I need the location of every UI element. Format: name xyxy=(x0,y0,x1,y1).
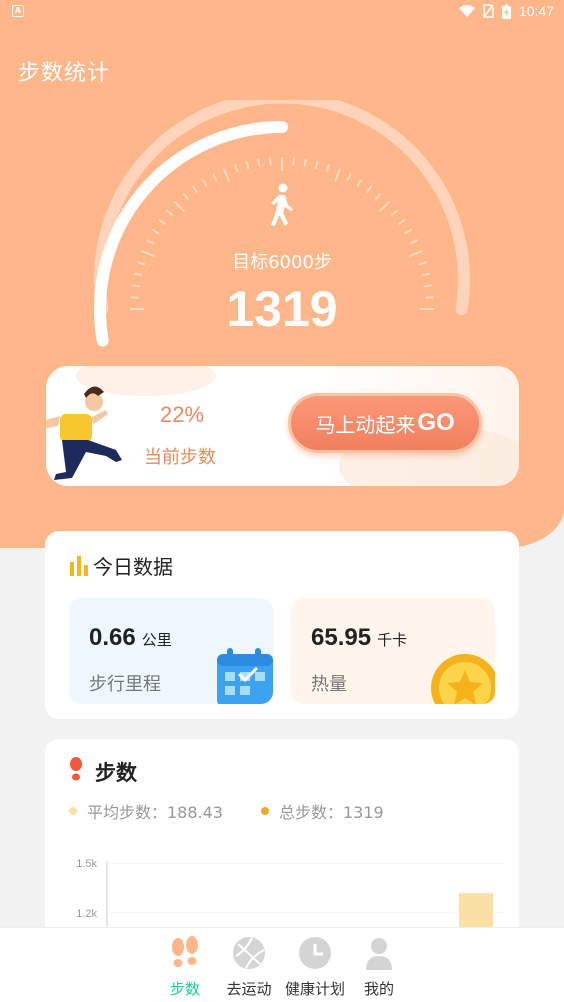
calories-value-row: 65.95 千卡 xyxy=(311,624,407,652)
gauge-tick xyxy=(191,185,199,194)
calories-label: 热量 xyxy=(311,674,347,695)
wifi-icon xyxy=(458,4,475,17)
footprint-icon xyxy=(70,757,82,781)
footprints-icon xyxy=(172,936,198,967)
today-title: 今日数据 xyxy=(93,555,173,579)
gauge-tick xyxy=(378,200,391,213)
notification-icon: A xyxy=(12,5,24,17)
today-data-card: 今日数据 0.66 公里 步行里程 65.95 千卡 热量 xyxy=(45,531,519,719)
calories-unit: 千卡 xyxy=(377,631,408,649)
distance-label: 步行里程 xyxy=(89,674,161,695)
start-exercise-button[interactable]: 马上动起来 GO xyxy=(288,393,482,453)
gauge-tick xyxy=(182,192,190,201)
steps-title: 步数 xyxy=(95,761,137,785)
walking-person-icon xyxy=(271,183,293,226)
button-go-label: GO xyxy=(417,409,455,436)
goal-label: 目标6000步 xyxy=(232,252,332,273)
distance-value: 0.66 xyxy=(89,624,136,651)
gauge-tick xyxy=(397,218,406,226)
tab-label: 步数 xyxy=(169,980,200,998)
tab-exercise[interactable]: 去运动 xyxy=(214,928,284,1002)
running-man-illustration xyxy=(46,386,122,480)
person-icon xyxy=(366,938,392,970)
steps-chart: 1.5k 1.2k xyxy=(76,858,505,939)
gauge-tick xyxy=(212,173,218,182)
battery-icon xyxy=(501,3,511,19)
distance-unit: 公里 xyxy=(141,631,172,649)
gauge-tick xyxy=(292,157,295,166)
status-bar: A 10:47 xyxy=(0,0,564,24)
distance-value-row: 0.66 公里 xyxy=(89,624,172,652)
gauge-tick xyxy=(234,164,239,173)
legend-average: 平均步数：188.43 xyxy=(69,799,223,823)
clock-icon xyxy=(299,937,331,969)
button-label: 马上动起来 xyxy=(315,412,416,437)
gauge-tick xyxy=(365,185,373,194)
gauge-tick xyxy=(325,164,330,173)
legend-total: 总步数：1319 xyxy=(261,799,384,823)
gauge-tick xyxy=(409,239,418,245)
steps-card: 步数 平均步数：188.43 总步数：1319 1.5k 1.2k xyxy=(45,739,519,939)
current-steps: 1319 xyxy=(226,281,338,337)
gauge-tick xyxy=(390,209,399,217)
tab-label: 我的 xyxy=(363,980,394,998)
y-tick-label: 1.2k xyxy=(76,908,97,920)
calories-tile[interactable]: 65.95 千卡 热量 xyxy=(291,598,495,704)
average-dot xyxy=(69,807,77,815)
no-sim-icon xyxy=(483,4,494,18)
bar-chart-icon xyxy=(70,556,88,576)
gauge-tick xyxy=(173,200,186,213)
calories-value: 65.95 xyxy=(311,624,372,651)
y-tick-label: 1.5k xyxy=(76,858,97,870)
gauge-tick xyxy=(404,228,413,235)
gauge-tick xyxy=(257,158,261,167)
gauge-tick xyxy=(303,158,307,167)
calendar-icon xyxy=(217,648,273,704)
gauge-tick xyxy=(356,178,363,187)
tab-health-plan[interactable]: 健康计划 xyxy=(280,928,350,1002)
gauge-tick xyxy=(314,160,319,170)
total-label: 总步数：1319 xyxy=(279,803,384,822)
tab-profile[interactable]: 我的 xyxy=(344,928,414,1002)
gauge-tick xyxy=(165,209,174,217)
gauge-tick xyxy=(151,228,160,235)
gauge-tick xyxy=(346,173,352,182)
ball-icon xyxy=(233,937,265,969)
gauge-tick xyxy=(245,160,250,170)
progress-label: 当前步数 xyxy=(144,447,216,468)
status-icons: 10:47 xyxy=(458,3,554,19)
gauge-tick xyxy=(158,218,167,226)
distance-tile[interactable]: 0.66 公里 步行里程 xyxy=(69,598,273,704)
tab-label: 健康计划 xyxy=(284,980,345,998)
gauge-tick xyxy=(146,239,155,245)
tab-steps[interactable]: 步数 xyxy=(150,928,220,1002)
gauge-tick xyxy=(333,168,342,182)
page-title: 步数统计 xyxy=(18,61,111,86)
gauge-tick xyxy=(222,168,231,182)
gauge-tick xyxy=(269,157,272,166)
status-time: 10:47 xyxy=(518,3,554,19)
total-dot xyxy=(261,807,269,815)
bottom-tab-bar: 步数 去运动 健康计划 我的 xyxy=(0,927,564,1002)
progress-percent: 22% xyxy=(160,402,205,427)
gold-coin-star-icon xyxy=(431,654,495,704)
tab-label: 去运动 xyxy=(226,980,272,998)
gauge-tick xyxy=(374,192,382,201)
progress-card: 22% 当前步数 马上动起来 GO xyxy=(46,366,519,486)
gauge-tick xyxy=(201,178,208,187)
average-label: 平均步数：188.43 xyxy=(87,803,223,822)
